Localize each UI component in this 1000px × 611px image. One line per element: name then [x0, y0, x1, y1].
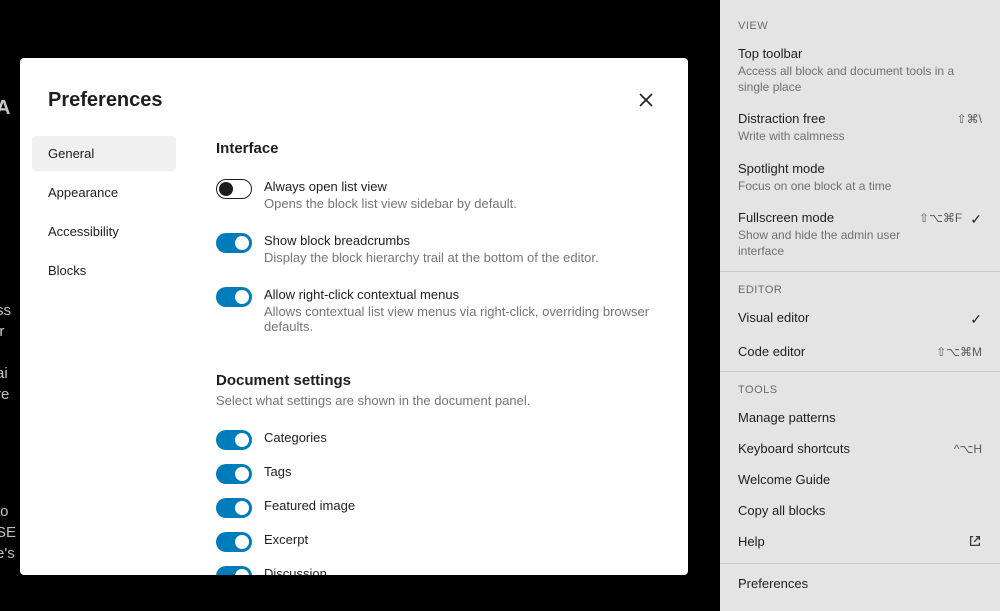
- menu-item-shortcut: ⇧⌘\: [957, 111, 982, 126]
- option-label: Show block breadcrumbs: [264, 233, 599, 248]
- options-menu: VIEW Top toolbar Access all block and docu…: [720, 0, 1000, 611]
- option-label: Tags: [264, 464, 291, 479]
- toggle-switch[interactable]: [216, 566, 252, 575]
- bg-text: ir: [0, 320, 4, 344]
- menu-item-shortcut: ⇧⌥⌘F: [919, 210, 962, 225]
- menu-item[interactable]: Help: [720, 526, 1000, 559]
- option-label: Discussion: [264, 566, 327, 575]
- external-icon: [968, 534, 982, 551]
- option-desc: Allows contextual list view menus via ri…: [264, 304, 660, 334]
- option-label: Featured image: [264, 498, 355, 513]
- option-row: Discussion: [216, 560, 660, 575]
- menu-item-label: Manage patterns: [738, 410, 982, 425]
- menu-item[interactable]: Welcome Guide: [720, 464, 1000, 495]
- menu-item-label: Preferences: [738, 576, 982, 591]
- section-title: Interface: [216, 140, 660, 157]
- menu-item-desc: Focus on one block at a time: [738, 178, 982, 194]
- menu-item-desc: Show and hide the admin user interface: [738, 227, 911, 259]
- check-icon: ✓: [970, 310, 982, 328]
- option-desc: Display the block hierarchy trail at the…: [264, 250, 599, 265]
- tab-blocks[interactable]: Blocks: [32, 253, 176, 288]
- tab-accessibility[interactable]: Accessibility: [32, 214, 176, 249]
- bg-text: e's: [0, 542, 15, 566]
- menu-item[interactable]: Preferences: [720, 568, 1000, 599]
- menu-item[interactable]: Code editor ⇧⌥⌘M: [720, 336, 1000, 367]
- close-icon: [637, 91, 655, 109]
- menu-item-label: Distraction free: [738, 111, 949, 126]
- menu-item-label: Top toolbar: [738, 46, 982, 61]
- section-title: Document settings: [216, 372, 660, 389]
- menu-section-title: VIEW: [720, 12, 1000, 38]
- preferences-modal: Preferences General Appearance Accessibili…: [20, 58, 688, 575]
- modal-title: Preferences: [48, 89, 163, 112]
- option-label: Excerpt: [264, 532, 308, 547]
- option-row: Always open list view Opens the block lis…: [216, 173, 660, 227]
- menu-item-label: Code editor: [738, 344, 928, 359]
- bg-text: A: [0, 92, 10, 124]
- menu-item[interactable]: Spotlight mode Focus on one block at a ti…: [720, 153, 1000, 202]
- menu-item[interactable]: Manage patterns: [720, 402, 1000, 433]
- close-button[interactable]: [632, 86, 660, 114]
- option-desc: Opens the block list view sidebar by def…: [264, 196, 517, 211]
- menu-item[interactable]: Fullscreen mode Show and hide the admin u…: [720, 202, 1000, 267]
- menu-item[interactable]: Copy all blocks: [720, 495, 1000, 526]
- menu-section-title: EDITOR: [720, 276, 1000, 302]
- section-desc: Select what settings are shown in the do…: [216, 393, 660, 408]
- option-row: Excerpt: [216, 526, 660, 560]
- menu-item-label: Spotlight mode: [738, 161, 982, 176]
- menu-item-label: Help: [738, 534, 960, 549]
- option-label: Always open list view: [264, 179, 517, 194]
- menu-item[interactable]: Keyboard shortcuts ^⌥H: [720, 433, 1000, 464]
- menu-item[interactable]: Distraction free Write with calmness ⇧⌘\: [720, 103, 1000, 152]
- menu-item-desc: Access all block and document tools in a…: [738, 63, 982, 95]
- option-label: Allow right-click contextual menus: [264, 287, 660, 302]
- menu-item[interactable]: Top toolbar Access all block and document…: [720, 38, 1000, 103]
- toggle-switch[interactable]: [216, 179, 252, 199]
- modal-content: Interface Always open list view Opens the …: [188, 114, 688, 575]
- check-icon: ✓: [970, 210, 982, 228]
- option-row: Show block breadcrumbs Display the block …: [216, 227, 660, 281]
- toggle-switch[interactable]: [216, 430, 252, 450]
- toggle-switch[interactable]: [216, 532, 252, 552]
- menu-item-label: Copy all blocks: [738, 503, 982, 518]
- toggle-switch[interactable]: [216, 287, 252, 307]
- toggle-switch[interactable]: [216, 464, 252, 484]
- option-row: Categories: [216, 424, 660, 458]
- option-label: Categories: [264, 430, 327, 445]
- menu-item-shortcut: ⇧⌥⌘M: [936, 344, 982, 359]
- menu-item-label: Welcome Guide: [738, 472, 982, 487]
- menu-item-label: Fullscreen mode: [738, 210, 911, 225]
- menu-section-title: TOOLS: [720, 376, 1000, 402]
- menu-item-label: Visual editor: [738, 310, 962, 325]
- menu-item[interactable]: Visual editor ✓: [720, 302, 1000, 336]
- modal-tabs: General Appearance Accessibility Blocks: [20, 114, 188, 575]
- tab-general[interactable]: General: [32, 136, 176, 171]
- option-row: Allow right-click contextual menus Allows…: [216, 281, 660, 350]
- tab-appearance[interactable]: Appearance: [32, 175, 176, 210]
- menu-item-shortcut: ^⌥H: [954, 441, 982, 456]
- option-row: Featured image: [216, 492, 660, 526]
- menu-item-label: Keyboard shortcuts: [738, 441, 946, 456]
- menu-item-desc: Write with calmness: [738, 128, 949, 144]
- bg-text: re: [0, 383, 9, 407]
- toggle-switch[interactable]: [216, 498, 252, 518]
- toggle-switch[interactable]: [216, 233, 252, 253]
- option-row: Tags: [216, 458, 660, 492]
